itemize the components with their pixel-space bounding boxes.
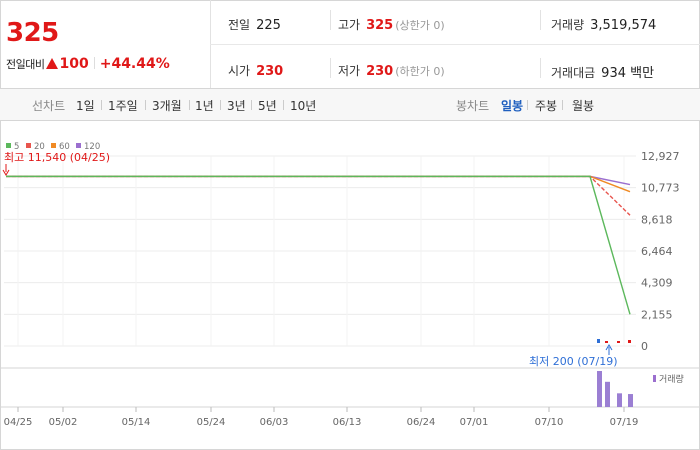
legend-swatch (26, 143, 31, 148)
candle (628, 340, 631, 343)
series-line-120 (6, 175, 631, 186)
series-line-60 (6, 175, 631, 193)
y-tick-label: 12,927 (641, 150, 680, 163)
volume-bar (597, 371, 602, 407)
series-line-20 (6, 175, 631, 216)
candle (605, 341, 608, 343)
y-tick-label: 6,464 (641, 245, 673, 258)
x-tick-label: 04/25 (4, 417, 33, 428)
x-tick-label: 06/13 (333, 417, 362, 428)
low-annotation: 최저 200 (07/19) (529, 355, 618, 368)
price-chart: 12,92710,7738,6186,4644,3092,15505 20 60 12… (0, 142, 700, 428)
volume-bar (605, 381, 610, 407)
y-tick-label: 10,773 (641, 182, 680, 195)
legend-swatch (76, 143, 81, 148)
x-tick-label: 05/24 (197, 417, 226, 428)
legend-swatch (6, 143, 11, 148)
legend-swatch (51, 143, 56, 148)
x-tick-label: 06/24 (407, 417, 436, 428)
y-tick-label: 4,309 (641, 277, 673, 290)
volume-bar (628, 394, 633, 407)
series-line-5 (6, 175, 631, 315)
volume-legend-swatch (653, 375, 656, 382)
high-annotation: 최고 11,540 (04/25) (4, 151, 110, 164)
x-tick-label: 07/01 (460, 417, 489, 428)
x-tick-label: 07/19 (610, 417, 639, 428)
candle (617, 341, 620, 343)
x-tick-label: 05/14 (122, 417, 151, 428)
y-tick-label: 0 (641, 340, 648, 353)
y-tick-label: 8,618 (641, 213, 673, 226)
x-tick-label: 07/10 (535, 417, 564, 428)
x-tick-label: 06/03 (260, 417, 289, 428)
y-tick-label: 2,155 (641, 308, 673, 321)
x-tick-label: 05/02 (49, 417, 78, 428)
volume-legend-label: 거래량 (659, 373, 684, 385)
candle (597, 339, 600, 343)
volume-bar (617, 393, 622, 407)
